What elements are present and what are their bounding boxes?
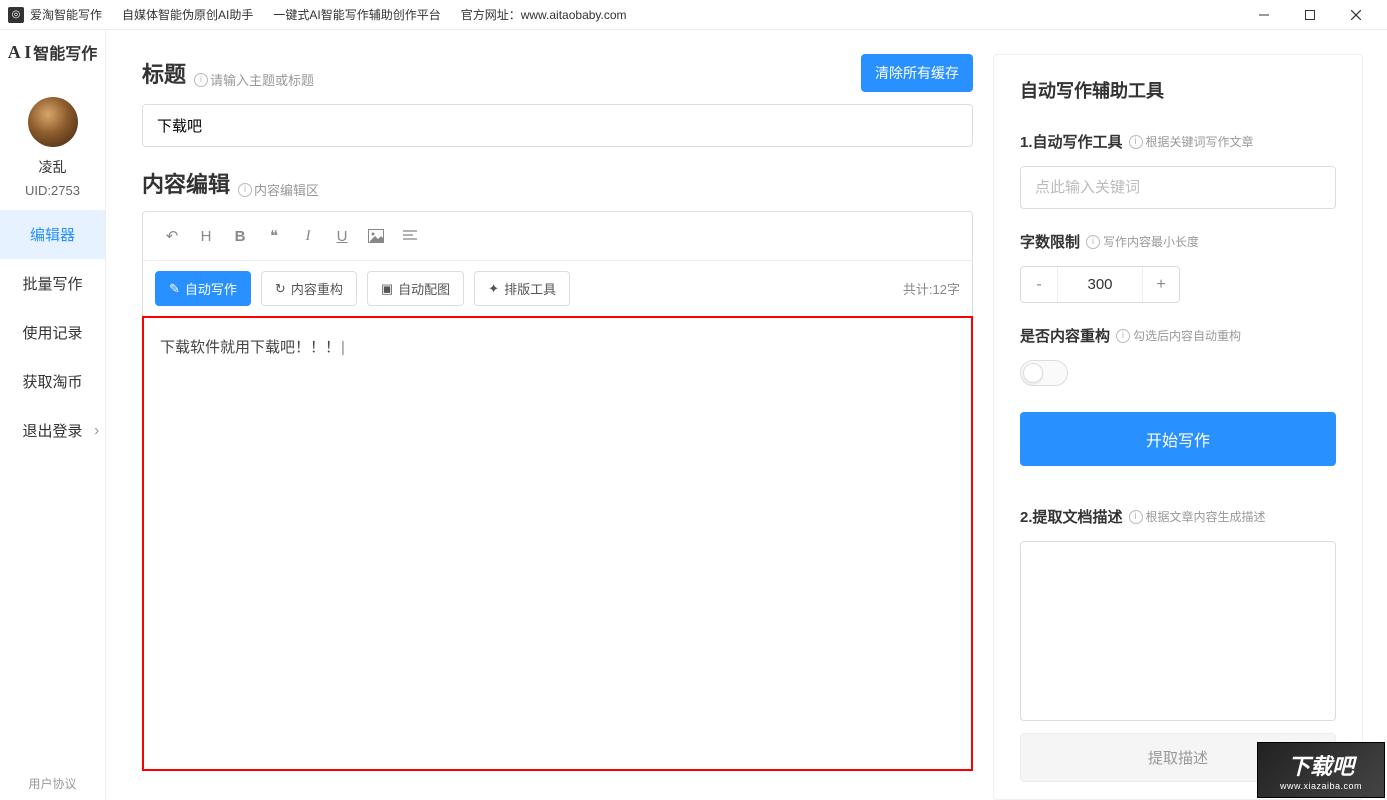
info-icon: i	[238, 183, 252, 197]
rebuild-title: 是否内容重构	[1020, 325, 1110, 346]
stepper-plus[interactable]: +	[1143, 267, 1179, 302]
wand-icon: ✦	[488, 281, 499, 297]
panel-title: 自动写作辅助工具	[1020, 77, 1336, 103]
title-hint: i请输入主题或标题	[194, 70, 314, 89]
italic-icon[interactable]: I	[291, 222, 325, 250]
auto-image-button[interactable]: ▣自动配图	[367, 271, 464, 306]
stepper-minus[interactable]: -	[1021, 267, 1057, 302]
sidebar: A I 智能写作 凌乱 UID:2753 编辑器 批量写作 使用记录 获取淘币 …	[0, 30, 106, 800]
clear-cache-button[interactable]: 清除所有缓存	[861, 54, 973, 92]
sidebar-item-batch[interactable]: 批量写作	[0, 259, 105, 308]
section-1-title: 1.自动写作工具	[1020, 131, 1123, 152]
editor-content-text: 下载软件就用下载吧！！！	[160, 339, 345, 356]
user-agreement-link[interactable]: 用户协议	[28, 775, 76, 792]
rebuild-button[interactable]: ↻内容重构	[261, 271, 357, 306]
editor-textarea[interactable]: 下载软件就用下载吧！！！	[142, 316, 973, 771]
start-write-button[interactable]: 开始写作	[1020, 412, 1336, 466]
uid: UID:2753	[25, 183, 80, 198]
username: 凌乱	[39, 157, 67, 177]
underline-icon[interactable]: U	[325, 222, 359, 250]
logo-prefix: A I	[8, 42, 32, 63]
keyword-input[interactable]	[1020, 166, 1336, 209]
description-textarea[interactable]	[1020, 541, 1336, 721]
stepper-value[interactable]: 300	[1057, 267, 1143, 302]
logo-text: 智能写作	[33, 40, 97, 64]
info-icon: i	[1116, 329, 1130, 343]
right-panel: 自动写作辅助工具 1.自动写作工具 i根据关键词写作文章 字数限制 i写作内容最…	[993, 54, 1363, 800]
app-subtitle-2: 一键式AI智能写作辅助创作平台	[273, 6, 440, 23]
refresh-icon: ↻	[275, 281, 286, 297]
maximize-button[interactable]	[1287, 0, 1333, 30]
align-icon[interactable]	[393, 222, 427, 250]
close-button[interactable]	[1333, 0, 1379, 30]
picture-icon: ▣	[381, 281, 393, 297]
bold-icon[interactable]: B	[223, 222, 257, 250]
app-name: 爱淘智能写作	[30, 6, 102, 23]
undo-icon[interactable]: ↶	[155, 222, 189, 250]
section-2-title: 2.提取文档描述	[1020, 506, 1123, 527]
title-input[interactable]	[142, 104, 973, 147]
watermark: 下载吧 www.xiazaiba.com	[1257, 742, 1385, 798]
section-1-hint: i根据关键词写作文章	[1129, 133, 1254, 150]
info-icon: i	[1129, 135, 1143, 149]
rebuild-toggle[interactable]	[1020, 360, 1068, 386]
info-icon: i	[1086, 235, 1100, 249]
titlebar: ◎ 爱淘智能写作 自媒体智能伪原创AI助手 一键式AI智能写作辅助创作平台 官方…	[0, 0, 1387, 30]
watermark-sub: www.xiazaiba.com	[1280, 781, 1362, 791]
word-count: 共计:12字	[903, 279, 960, 298]
heading-icon[interactable]: H	[189, 222, 223, 250]
content-hint: i内容编辑区	[238, 180, 319, 199]
title-label: 标题	[142, 57, 186, 89]
content-label: 内容编辑	[142, 167, 230, 199]
watermark-text: 下载吧	[1288, 749, 1354, 781]
logo: A I 智能写作	[8, 40, 98, 64]
image-icon[interactable]	[359, 222, 393, 250]
quote-icon[interactable]: ❝	[257, 222, 291, 250]
word-limit-stepper: - 300 +	[1020, 266, 1180, 303]
app-icon: ◎	[8, 7, 24, 23]
website-label: 官方网址：www.aitaobaby.com	[461, 6, 627, 23]
app-subtitle-1: 自媒体智能伪原创AI助手	[122, 6, 253, 23]
info-icon: i	[1129, 510, 1143, 524]
word-limit-hint: i写作内容最小长度	[1086, 233, 1199, 250]
sidebar-item-editor[interactable]: 编辑器	[0, 210, 105, 259]
pencil-icon: ✎	[169, 281, 180, 297]
editor-toolbar: ↶ H B ❝ I U	[143, 212, 972, 261]
section-2-hint: i根据文章内容生成描述	[1129, 508, 1266, 525]
editor-box: ↶ H B ❝ I U ✎自动写作 ↻内容重构 ▣自动配图 ✦排版工具 共计:1…	[142, 211, 973, 771]
sidebar-item-logout[interactable]: 退出登录	[0, 406, 105, 455]
minimize-button[interactable]	[1241, 0, 1287, 30]
rebuild-hint: i勾选后内容自动重构	[1116, 327, 1241, 344]
auto-write-button[interactable]: ✎自动写作	[155, 271, 251, 306]
layout-button[interactable]: ✦排版工具	[474, 271, 570, 306]
sidebar-item-coins[interactable]: 获取淘币	[0, 357, 105, 406]
avatar[interactable]	[28, 97, 78, 147]
info-icon: i	[194, 73, 208, 87]
word-limit-title: 字数限制	[1020, 231, 1080, 252]
sidebar-item-history[interactable]: 使用记录	[0, 308, 105, 357]
